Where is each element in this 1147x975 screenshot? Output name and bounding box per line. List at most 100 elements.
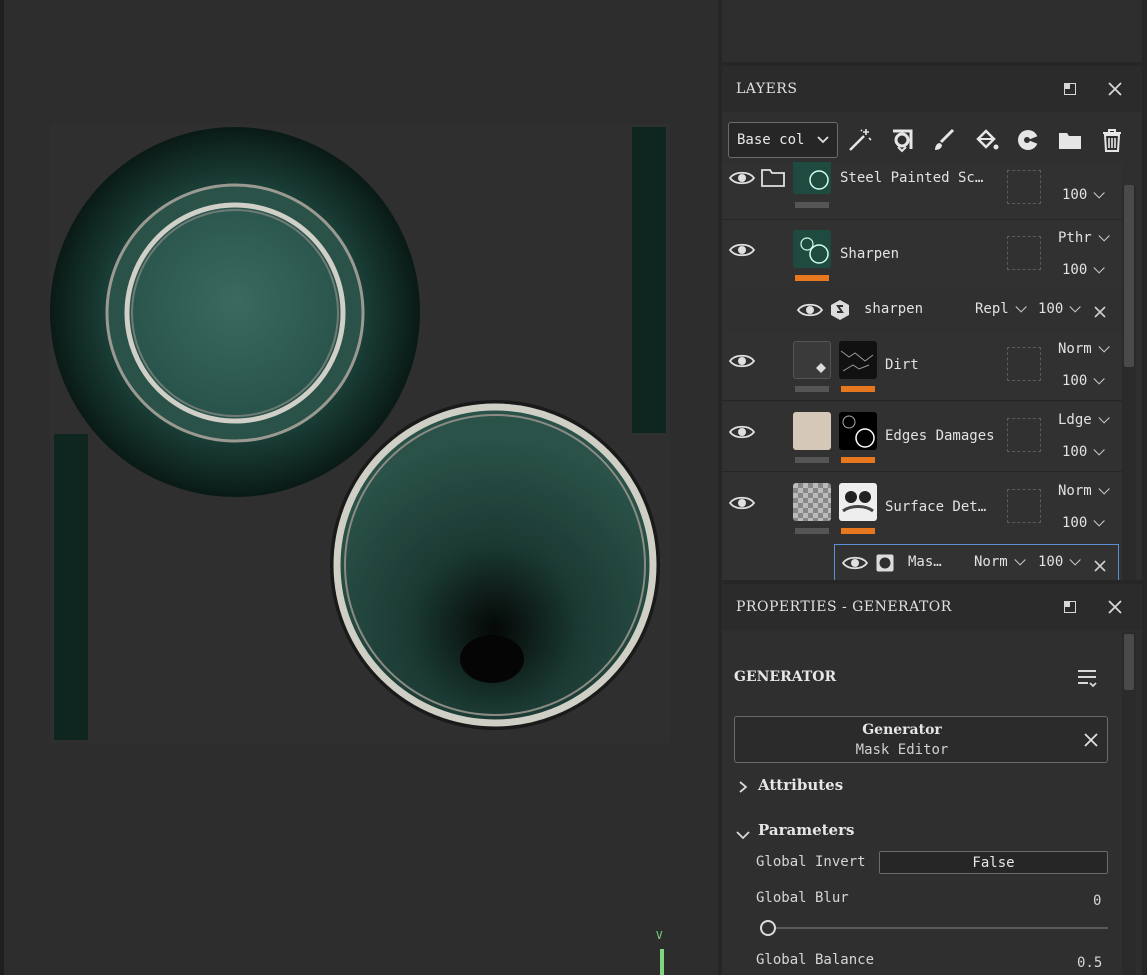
layers-header: LAYERS — [722, 66, 1142, 112]
transparent-thumbnail — [793, 483, 831, 521]
layer-opacity[interactable]: 100 — [1062, 515, 1106, 531]
mask-generator-icon — [876, 554, 894, 576]
layer-name: Edges Damages — [885, 428, 995, 444]
mask-thumbnail — [839, 412, 877, 450]
layer-opacity[interactable]: 100 — [1062, 187, 1106, 203]
layer-blend-mode[interactable]: Norm — [1058, 483, 1110, 499]
layer-thumbnail — [793, 230, 831, 268]
eye-icon[interactable] — [841, 553, 869, 573]
layer-color-bar — [795, 528, 829, 534]
global-blur-value[interactable]: 0 — [1093, 893, 1101, 909]
layer-name: Sharpen — [840, 246, 900, 262]
properties-header: PROPERTIES - GENERATOR — [722, 584, 1142, 630]
attributes-section[interactable]: Attributes — [758, 776, 843, 794]
global-invert-toggle[interactable]: False — [879, 851, 1108, 874]
undock-icon[interactable] — [1059, 78, 1081, 100]
eye-icon[interactable] — [728, 168, 756, 188]
effect-opacity[interactable]: 100 — [1038, 301, 1082, 317]
layers-toolbar: Base col — [722, 114, 1142, 162]
folder-icon[interactable] — [1053, 123, 1087, 157]
effect-blend-mode[interactable]: Norm — [974, 554, 1026, 570]
layer-list: Steel Painted Sc… 100 Sharpen Pthr 100 s… — [722, 162, 1122, 580]
layer-name: Dirt — [885, 357, 919, 373]
eye-icon[interactable] — [728, 351, 756, 371]
remove-effect-icon[interactable] — [1094, 557, 1106, 576]
eye-icon[interactable] — [796, 300, 824, 320]
layer-blend-mode[interactable]: Norm — [1058, 341, 1110, 357]
properties-scrollbar[interactable] — [1122, 632, 1136, 975]
global-balance-value[interactable]: 0.5 — [1077, 955, 1102, 971]
add-mask-icon[interactable] — [885, 123, 919, 157]
section-header: GENERATOR — [734, 669, 837, 685]
filter-icon — [830, 299, 850, 325]
mask-color-bar — [841, 528, 875, 534]
smart-material-icon[interactable] — [1011, 123, 1045, 157]
layer-opacity[interactable]: 100 — [1062, 444, 1106, 460]
mask-placeholder — [1007, 489, 1041, 523]
mask-thumbnail — [839, 483, 877, 521]
layers-scrollbar[interactable] — [1122, 185, 1136, 580]
layer-row-dirt[interactable]: Dirt Norm 100 — [722, 331, 1122, 401]
channel-select-value: Base col — [737, 132, 805, 148]
layer-row-folder[interactable]: Steel Painted Sc… 100 — [722, 162, 1122, 220]
channel-select[interactable]: Base col — [728, 122, 838, 158]
mask-thumbnail — [839, 341, 877, 379]
undock-icon[interactable] — [1059, 596, 1081, 618]
layer-color-bar — [795, 275, 829, 281]
viewport-border — [0, 0, 4, 975]
global-blur-slider-track[interactable] — [760, 927, 1108, 929]
axis-v-label: V — [656, 929, 663, 942]
effect-name: sharpen — [864, 301, 924, 317]
layer-color-bar — [795, 202, 829, 208]
close-icon[interactable] — [1104, 596, 1126, 618]
effect-opacity[interactable]: 100 — [1038, 554, 1082, 570]
layers-panel: LAYERS Base col Steel Painted Sc… 100 Sh… — [722, 66, 1142, 580]
3d-viewport[interactable]: V — [0, 0, 718, 975]
generator-card-title: Generator — [862, 722, 942, 738]
properties-body: GENERATOR Generator Mask Editor Attribut… — [722, 632, 1122, 975]
layer-color-bar — [795, 457, 829, 463]
generator-card-subtitle: Mask Editor — [855, 742, 949, 758]
fill-bucket-icon[interactable] — [969, 123, 1003, 157]
layer-color-bar — [795, 386, 829, 392]
eye-icon[interactable] — [728, 493, 756, 513]
parameters-section[interactable]: Parameters — [758, 821, 854, 839]
right-panel-top — [722, 0, 1142, 62]
layer-opacity[interactable]: 100 — [1062, 373, 1106, 389]
magic-wand-icon[interactable] — [843, 123, 877, 157]
trash-icon[interactable] — [1095, 123, 1129, 157]
layer-opacity[interactable]: 100 — [1062, 262, 1106, 278]
generator-card[interactable]: Generator Mask Editor — [734, 716, 1108, 763]
global-blur-slider-knob[interactable] — [760, 920, 776, 936]
mask-color-bar — [841, 457, 875, 463]
scrollbar-thumb[interactable] — [1124, 634, 1134, 690]
layer-name: Surface Det… — [885, 499, 987, 515]
close-icon[interactable] — [1084, 732, 1098, 751]
properties-panel: PROPERTIES - GENERATOR GENERATOR Generat… — [722, 584, 1142, 975]
chevron-right-icon[interactable] — [738, 778, 748, 797]
mask-placeholder — [1007, 418, 1041, 452]
layer-row-sharpen[interactable]: Sharpen Pthr 100 sharpen Repl 100 — [722, 220, 1122, 330]
layer-row-edges-damages[interactable]: Edges Damages Ldge 100 — [722, 402, 1122, 472]
effect-row-sharpen[interactable]: sharpen Repl 100 — [722, 290, 1122, 330]
eye-icon[interactable] — [728, 422, 756, 442]
axis-v-line — [660, 949, 664, 975]
chevron-down-icon[interactable] — [736, 825, 750, 844]
global-invert-label: Global Invert — [756, 854, 866, 870]
paint-brush-icon[interactable] — [927, 123, 961, 157]
effect-blend-mode[interactable]: Repl — [975, 301, 1027, 317]
scrollbar-thumb[interactable] — [1124, 185, 1134, 367]
folder-open-icon — [760, 168, 786, 192]
eye-icon[interactable] — [728, 240, 756, 260]
mask-color-bar — [841, 386, 875, 392]
global-blur-label: Global Blur — [756, 890, 849, 906]
effect-name: Mas… — [908, 554, 942, 570]
layer-blend-mode[interactable]: Pthr — [1058, 230, 1110, 246]
close-icon[interactable] — [1104, 78, 1126, 100]
chevron-down-icon — [817, 133, 829, 149]
properties-title: PROPERTIES - GENERATOR — [736, 599, 952, 615]
layer-blend-mode[interactable]: Ldge — [1058, 412, 1110, 428]
menu-list-icon[interactable] — [1076, 667, 1098, 693]
remove-effect-icon[interactable] — [1094, 303, 1106, 322]
effect-row-mask[interactable]: Mas… Norm 100 — [834, 544, 1119, 580]
